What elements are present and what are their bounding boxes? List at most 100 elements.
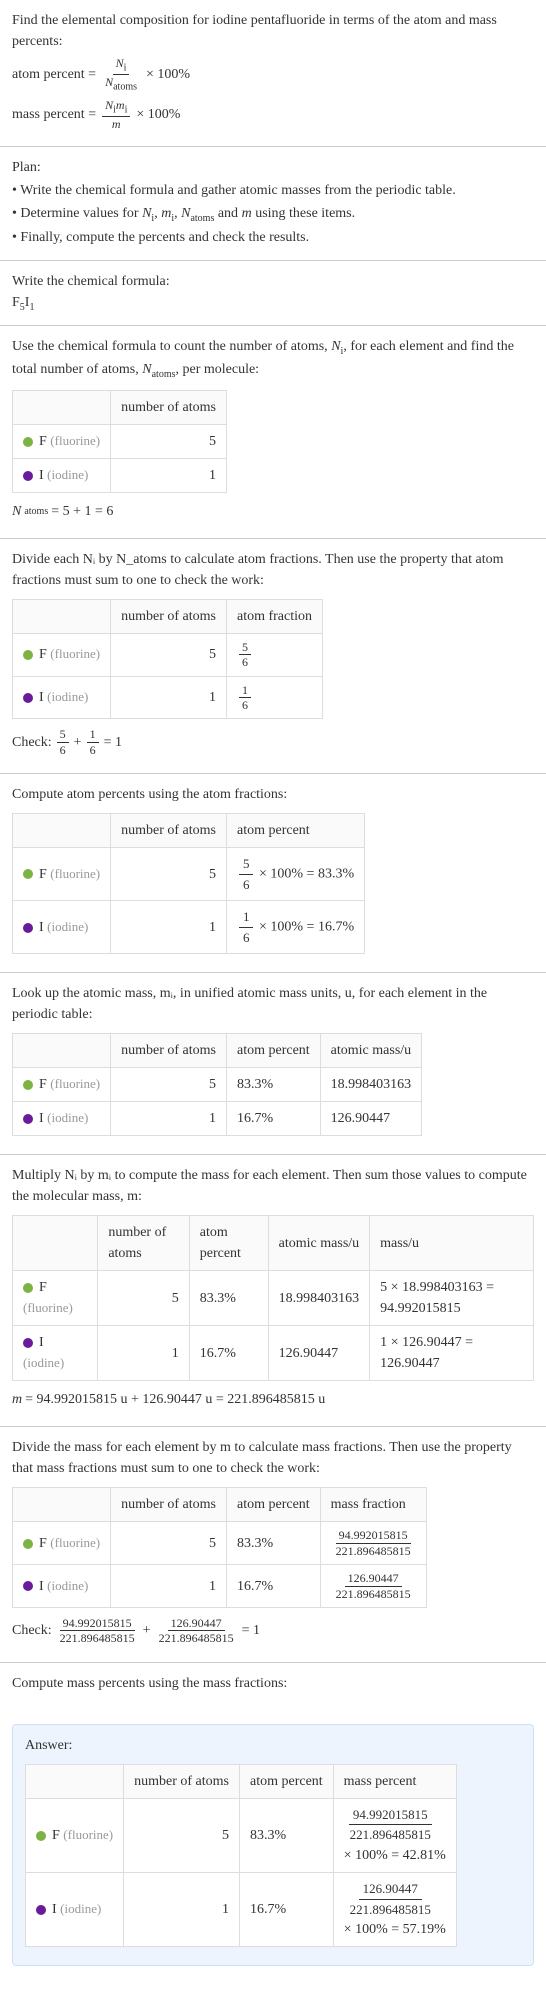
element-mass: 5 × 18.998403163 = 94.992015815 bbox=[370, 1271, 534, 1326]
element-dot-icon bbox=[23, 1283, 33, 1293]
atom-count: 5 bbox=[111, 848, 227, 901]
plan-item-text: using these items. bbox=[252, 206, 355, 221]
fraction: 56 bbox=[239, 640, 251, 670]
percent-value: × 100% = 16.7% bbox=[255, 920, 354, 935]
molecular-mass-table: number of atomsatom percentatomic mass/u… bbox=[12, 1215, 534, 1381]
col-header: atom percent bbox=[226, 1488, 320, 1522]
table-row: I (iodine) 1 bbox=[13, 458, 227, 492]
element-symbol: I bbox=[39, 1111, 47, 1126]
molecular-mass-section: Multiply Nᵢ by mᵢ to compute the mass fo… bbox=[0, 1155, 546, 1426]
table-row: F (fluorine) 5 83.3% 18.998403163 5 × 18… bbox=[13, 1271, 534, 1326]
plus: + bbox=[74, 732, 82, 753]
fraction: 126.90447221.896485815 bbox=[333, 1571, 414, 1601]
element-name: (fluorine) bbox=[50, 1076, 100, 1091]
text: Use the chemical formula to count the nu… bbox=[12, 339, 331, 354]
atomic-mass: 126.90447 bbox=[268, 1326, 370, 1381]
element-symbol: F bbox=[39, 1280, 47, 1295]
atom-percent-formula: atom percent = Ni Natoms × 100% bbox=[12, 56, 534, 94]
element-dot-icon bbox=[36, 1831, 46, 1841]
answer-heading: Answer: bbox=[25, 1735, 521, 1756]
atom-percent: 16.7% bbox=[239, 1873, 333, 1947]
col-header: mass/u bbox=[370, 1216, 534, 1271]
fraction: 126.90447221.896485815 bbox=[156, 1616, 237, 1646]
answer-box: Answer: number of atomsatom percentmass … bbox=[12, 1724, 534, 1966]
percent-value: × 100% = 83.3% bbox=[255, 866, 354, 881]
atom-percent: 83.3% bbox=[189, 1271, 268, 1326]
element-name: (iodine) bbox=[60, 1901, 101, 1916]
count-text: Use the chemical formula to count the nu… bbox=[12, 336, 534, 382]
fraction: 16 bbox=[87, 727, 99, 757]
col-header: atom percent bbox=[226, 1034, 320, 1068]
section-text: Divide the mass for each element by m to… bbox=[12, 1437, 534, 1479]
fraction: 56 bbox=[57, 727, 69, 757]
atom-count: 5 bbox=[111, 1522, 227, 1565]
section-text: Compute atom percents using the atom fra… bbox=[12, 784, 534, 805]
total-atoms-equation: Natoms = 5 + 1 = 6 bbox=[12, 501, 534, 522]
mass-percent-value: × 100% = 42.81% bbox=[344, 1848, 446, 1863]
count-section: Use the chemical formula to count the nu… bbox=[0, 326, 546, 538]
element-name: (fluorine) bbox=[63, 1827, 113, 1842]
times-100: × 100% bbox=[136, 104, 180, 125]
element-name: (iodine) bbox=[47, 919, 88, 934]
element-dot-icon bbox=[23, 1338, 33, 1348]
element-name: (iodine) bbox=[23, 1355, 64, 1370]
element-dot-icon bbox=[23, 437, 33, 447]
fraction: 16 bbox=[239, 683, 251, 713]
plan-item: • Finally, compute the percents and chec… bbox=[12, 227, 534, 248]
formula-heading: Write the chemical formula: bbox=[12, 271, 534, 292]
element-name: (iodine) bbox=[47, 467, 88, 482]
atom-percent: 16.7% bbox=[189, 1326, 268, 1381]
atom-count: 5 bbox=[111, 633, 227, 676]
col-header: number of atoms bbox=[111, 1034, 227, 1068]
atomic-mass: 126.90447 bbox=[320, 1102, 422, 1136]
plan-section: Plan: • Write the chemical formula and g… bbox=[0, 147, 546, 261]
element-name: (iodine) bbox=[47, 1110, 88, 1125]
mass-fraction-table: number of atomsatom percentmass fraction… bbox=[12, 1487, 427, 1608]
element-symbol: I bbox=[39, 690, 47, 705]
element-name: (fluorine) bbox=[50, 646, 100, 661]
fraction: Ni Natoms bbox=[102, 56, 140, 94]
atomic-mass: 18.998403163 bbox=[268, 1271, 370, 1326]
element-symbol: I bbox=[39, 468, 47, 483]
atomic-mass-table: number of atomsatom percentatomic mass/u… bbox=[12, 1033, 422, 1136]
element-symbol: I bbox=[52, 1902, 60, 1917]
atomic-mass: 18.998403163 bbox=[320, 1068, 422, 1102]
atom-percent: 16.7% bbox=[226, 1565, 320, 1608]
intro-text: Find the elemental composition for iodin… bbox=[12, 10, 534, 52]
atom-count: 5 bbox=[111, 424, 227, 458]
atom-count: 1 bbox=[111, 458, 227, 492]
atom-count: 1 bbox=[124, 1873, 240, 1947]
atomic-mass-section: Look up the atomic mass, mᵢ, in unified … bbox=[0, 973, 546, 1154]
element-symbol: F bbox=[39, 434, 50, 449]
table-row: F (fluorine) 5 83.3% 94.992015815221.896… bbox=[13, 1522, 427, 1565]
atom-percent: 16.7% bbox=[226, 1102, 320, 1136]
table-row: I (iodine) 1 16.7% 126.90447 bbox=[13, 1102, 422, 1136]
element-symbol: F bbox=[39, 867, 50, 882]
intro-section: Find the elemental composition for iodin… bbox=[0, 0, 546, 146]
atom-percent: 83.3% bbox=[239, 1798, 333, 1872]
table-row: F (fluorine) 5 bbox=[13, 424, 227, 458]
element-dot-icon bbox=[23, 869, 33, 879]
element-dot-icon bbox=[23, 693, 33, 703]
fraction: Nimi m bbox=[102, 98, 130, 132]
atom-count: 1 bbox=[111, 1565, 227, 1608]
table-row: I (iodine) 1 16 × 100% = 16.7% bbox=[13, 901, 365, 954]
atom-count: 1 bbox=[111, 901, 227, 954]
element-symbol: F bbox=[39, 647, 50, 662]
element-dot-icon bbox=[23, 1114, 33, 1124]
col-header: number of atoms bbox=[111, 1488, 227, 1522]
element-dot-icon bbox=[23, 650, 33, 660]
atom-percent: 83.3% bbox=[226, 1522, 320, 1565]
fraction: 94.992015815221.896485815 bbox=[333, 1528, 414, 1558]
col-header: atomic mass/u bbox=[320, 1034, 422, 1068]
atom-count: 5 bbox=[98, 1271, 189, 1326]
fraction: 94.992015815221.896485815 bbox=[57, 1616, 138, 1646]
fraction: 16 bbox=[239, 907, 254, 947]
element-name: (fluorine) bbox=[50, 866, 100, 881]
element-symbol: I bbox=[39, 920, 47, 935]
element-dot-icon bbox=[23, 1539, 33, 1549]
col-header: number of atoms bbox=[111, 814, 227, 848]
element-symbol: I bbox=[39, 1579, 47, 1594]
element-dot-icon bbox=[23, 923, 33, 933]
atom-count: 1 bbox=[111, 676, 227, 719]
